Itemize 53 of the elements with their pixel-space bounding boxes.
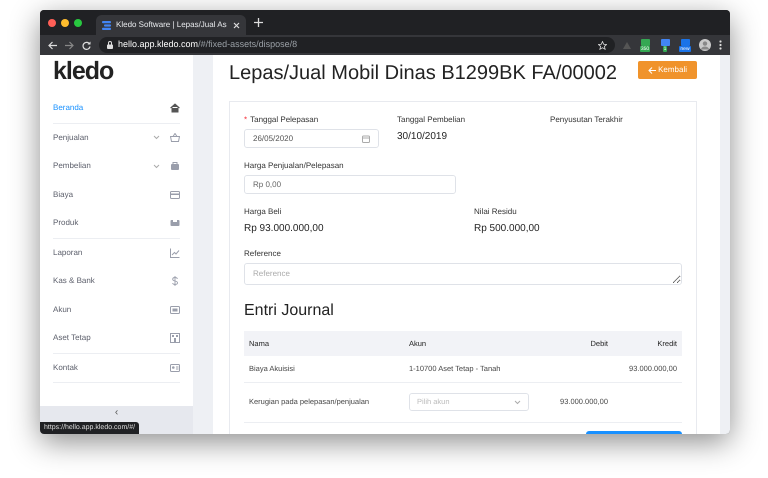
contact-card-icon: [170, 362, 180, 373]
field-label: Harga Beli: [244, 206, 282, 218]
sidebar-item[interactable]: Kas & Bank: [53, 267, 180, 296]
back-arrow-icon[interactable]: [48, 40, 57, 50]
app-logo: kledo: [52, 56, 114, 87]
arrow-left-icon: [648, 66, 656, 74]
sidebar-item[interactable]: Biaya: [53, 180, 180, 209]
building-icon: [170, 333, 180, 344]
date-input[interactable]: 26/05/2020: [244, 129, 379, 148]
price-input[interactable]: Rp 0,00: [244, 175, 456, 194]
field-label: Nilai Residu: [474, 206, 518, 218]
basket-icon: [170, 132, 180, 143]
browser-tab[interactable]: Kledo Software | Lepas/Jual As: [96, 15, 246, 35]
card-icon: [170, 190, 180, 200]
sidebar-item[interactable]: Penjualan: [53, 124, 180, 152]
sidebar-item[interactable]: Laporan: [53, 238, 180, 267]
page-title: Lepas/Jual Mobil Dinas B1299BK FA/00002: [229, 61, 618, 85]
home-icon: [170, 103, 180, 114]
box-icon: [170, 218, 180, 228]
stack-logo-icon: [102, 20, 111, 30]
avatar-icon[interactable]: [699, 39, 711, 51]
bag-icon: [170, 161, 180, 172]
dollar-icon: [170, 276, 180, 286]
forward-arrow-icon[interactable]: [65, 40, 74, 50]
lock-icon: [107, 41, 113, 49]
purchase-date-value: 30/10/2019: [397, 130, 448, 144]
field-label: Penyusutan Terakhir: [550, 114, 623, 126]
chart-icon: [170, 248, 180, 258]
calendar-icon: [362, 134, 370, 142]
field-label: Tanggal Pembelian: [397, 114, 466, 126]
plus-icon[interactable]: [254, 18, 263, 27]
field-label: * Tanggal Pelepasan: [244, 114, 320, 126]
chevron-down-icon: [514, 400, 521, 404]
url-text: hello.app.kledo.com/#/fixed-assets/dispose/8: [118, 38, 298, 52]
wallet-icon: [170, 304, 180, 315]
star-icon[interactable]: [598, 40, 607, 50]
sidebar-item[interactable]: Beranda: [53, 94, 180, 122]
sidebar-item[interactable]: Akun: [53, 296, 180, 324]
address-bar[interactable]: hello.app.kledo.com/#/fixed-assets/dispose/8: [99, 37, 615, 53]
sidebar-item[interactable]: Produk: [53, 209, 180, 238]
section-title: Entri Journal: [244, 301, 335, 321]
sidebar-item[interactable]: Kontak: [53, 354, 180, 382]
field-label: Harga Penjualan/Pelepasan: [244, 160, 345, 172]
close-icon[interactable]: [233, 22, 240, 28]
tab-title: Kledo Software | Lepas/Jual As: [116, 19, 228, 31]
reload-icon[interactable]: [82, 40, 91, 50]
more-menu-icon[interactable]: [719, 40, 722, 50]
field-label: Reference: [244, 248, 282, 260]
purchase-price-value: Rp 93.000.000,00: [244, 222, 325, 236]
residual-value: Rp 500.000,00: [474, 222, 540, 236]
reference-field[interactable]: Reference: [244, 263, 682, 285]
sidebar-item[interactable]: Pembelian: [53, 152, 180, 180]
sidebar-item[interactable]: Aset Tetap: [53, 324, 180, 352]
